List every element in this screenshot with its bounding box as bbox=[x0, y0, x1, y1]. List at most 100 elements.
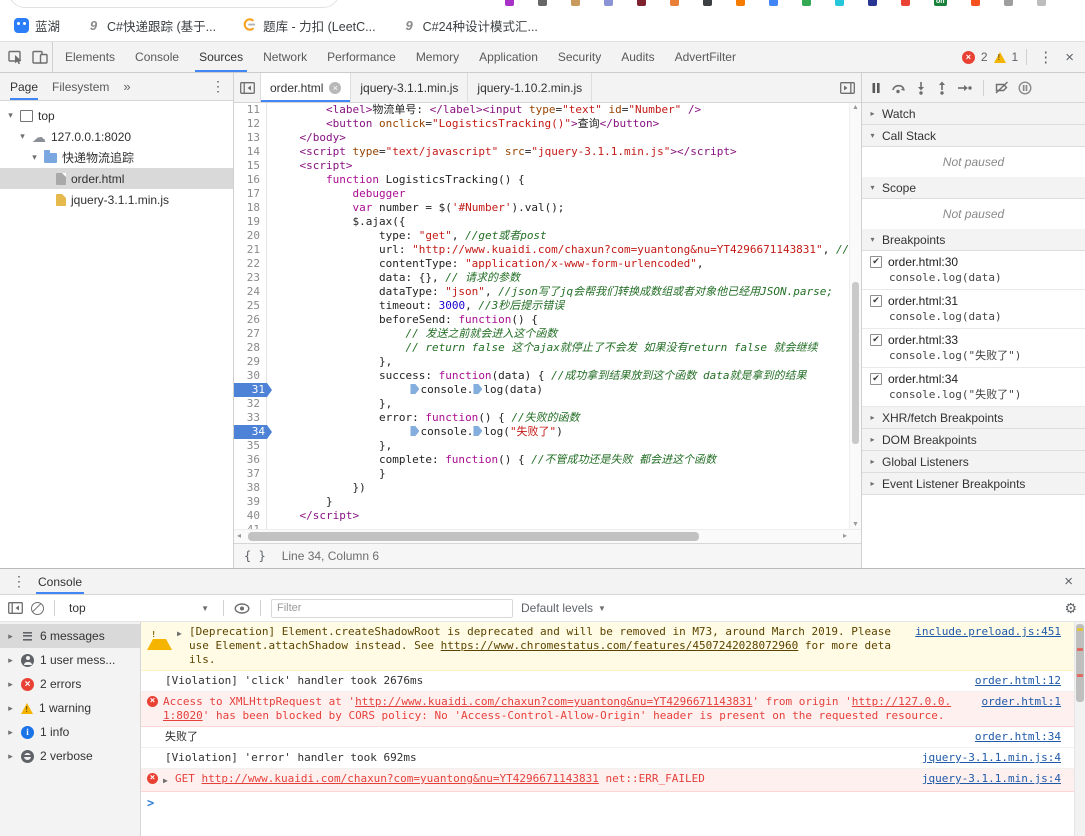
extension-icon[interactable] bbox=[802, 0, 811, 6]
line-number[interactable]: 30 bbox=[234, 369, 267, 383]
line-number[interactable]: 36 bbox=[234, 453, 267, 467]
source-link[interactable]: jquery-3.1.1.min.js:4 bbox=[922, 751, 1061, 765]
line-number[interactable]: 24 bbox=[234, 285, 267, 299]
scroll-down-icon[interactable]: ▼ bbox=[850, 521, 861, 528]
step-icon[interactable] bbox=[957, 82, 972, 94]
extension-icon[interactable] bbox=[901, 0, 910, 6]
warning-badge-icon[interactable] bbox=[994, 52, 1006, 63]
chevron-down-icon[interactable]: ▾ bbox=[30, 152, 39, 163]
line-number[interactable]: 13 bbox=[234, 131, 267, 145]
line-number[interactable]: 40 bbox=[234, 509, 267, 523]
omnibox[interactable] bbox=[8, 0, 340, 8]
filter-input[interactable] bbox=[271, 599, 513, 618]
breakpoint-entry[interactable]: ✔order.html:30console.log(data) bbox=[862, 251, 1085, 290]
console-message-log[interactable]: [Violation] 'click' handler took 2676mso… bbox=[141, 671, 1085, 692]
chevron-right-icon[interactable]: ▸ bbox=[868, 413, 877, 422]
section-xhr-fetch-breakpoints[interactable]: ▸XHR/fetch Breakpoints bbox=[862, 407, 1085, 429]
tab-console[interactable]: Console bbox=[36, 569, 84, 594]
breakpoint-checkbox[interactable]: ✔ bbox=[870, 256, 882, 268]
step-over-icon[interactable] bbox=[891, 81, 906, 94]
eye-icon[interactable] bbox=[234, 603, 250, 614]
extension-icon[interactable] bbox=[670, 0, 679, 6]
tree-item-folder[interactable]: ▾ 快递物流追踪 bbox=[0, 147, 233, 168]
scroll-up-icon[interactable]: ▲ bbox=[850, 104, 861, 111]
breakpoint-entry[interactable]: ✔order.html:31console.log(data) bbox=[862, 290, 1085, 329]
section-dom-breakpoints[interactable]: ▸DOM Breakpoints bbox=[862, 429, 1085, 451]
inline-breakpoint-icon[interactable] bbox=[473, 384, 482, 394]
code-editor[interactable]: 11 <label>物流单号: </label><input type="tex… bbox=[234, 103, 861, 529]
bookmark-item[interactable]: 9C#快递跟踪 (基于... bbox=[86, 16, 216, 35]
pause-on-exceptions-icon[interactable] bbox=[1018, 81, 1032, 95]
hide-navigator-icon[interactable] bbox=[234, 73, 261, 102]
console-sidebar-toggle-icon[interactable] bbox=[8, 602, 23, 614]
line-number[interactable]: 23 bbox=[234, 271, 267, 285]
scroll-right-icon[interactable]: ▸ bbox=[843, 531, 847, 540]
line-number[interactable]: 39 bbox=[234, 495, 267, 509]
extension-icon[interactable] bbox=[604, 0, 613, 6]
section-breakpoints[interactable]: ▾Breakpoints bbox=[862, 229, 1085, 251]
tab-performance[interactable]: Performance bbox=[317, 42, 406, 72]
tree-item-file[interactable]: jquery-3.1.1.min.js bbox=[0, 189, 233, 210]
tab-elements[interactable]: Elements bbox=[55, 42, 125, 72]
bookmark-item[interactable]: 9C#24种设计模式汇... bbox=[402, 16, 538, 35]
chevron-down-icon[interactable]: ▾ bbox=[868, 183, 877, 192]
log-levels-select[interactable]: Default levels ▼ bbox=[521, 601, 606, 615]
extension-icon[interactable] bbox=[971, 0, 980, 6]
chevron-right-icon[interactable]: ▸ bbox=[6, 655, 15, 666]
section-global-listeners[interactable]: ▸Global Listeners bbox=[862, 451, 1085, 473]
chevron-right-icon[interactable]: ▸ bbox=[868, 435, 877, 444]
console-message-error[interactable]: ▶GET http://www.kuaidi.com/chaxun?com=yu… bbox=[141, 769, 1085, 792]
step-into-icon[interactable] bbox=[915, 81, 927, 95]
tree-item-top[interactable]: ▾ top bbox=[0, 105, 233, 126]
console-filter-verbose[interactable]: ▸2 verbose bbox=[0, 744, 140, 768]
tab-audits[interactable]: Audits bbox=[611, 42, 664, 72]
clear-console-icon[interactable] bbox=[31, 602, 44, 615]
tab-application[interactable]: Application bbox=[469, 42, 548, 72]
bookmark-item[interactable]: 蓝湖 bbox=[14, 16, 60, 35]
show-debugger-icon[interactable] bbox=[840, 73, 861, 102]
tab-security[interactable]: Security bbox=[548, 42, 611, 72]
inspect-element-icon[interactable] bbox=[8, 49, 24, 65]
line-number[interactable]: 21 bbox=[234, 243, 267, 257]
execution-context-select[interactable]: top ▼ bbox=[65, 599, 213, 617]
console-filter-warning[interactable]: ▸1 warning bbox=[0, 696, 140, 720]
extension-icon[interactable] bbox=[505, 0, 514, 6]
section-event-listener-breakpoints[interactable]: ▸Event Listener Breakpoints bbox=[862, 473, 1085, 495]
line-number[interactable]: 17 bbox=[234, 187, 267, 201]
extension-icon[interactable] bbox=[868, 0, 877, 6]
line-number[interactable]: 19 bbox=[234, 215, 267, 229]
chevron-down-icon[interactable]: ▾ bbox=[18, 131, 27, 142]
line-number[interactable]: 26 bbox=[234, 313, 267, 327]
chevron-right-icon[interactable]: ▸ bbox=[868, 109, 877, 118]
step-out-icon[interactable] bbox=[936, 81, 948, 95]
tab-console[interactable]: Console bbox=[125, 42, 189, 72]
console-settings-icon[interactable]: ⚙ bbox=[1064, 600, 1077, 617]
source-link[interactable]: order.html:1 bbox=[982, 695, 1061, 709]
tab-advertfilter[interactable]: AdvertFilter bbox=[665, 42, 746, 72]
line-number[interactable]: 18 bbox=[234, 201, 267, 215]
source-link[interactable]: order.html:12 bbox=[975, 674, 1061, 688]
console-scrollbar[interactable] bbox=[1074, 622, 1085, 836]
more-tabs-icon[interactable]: » bbox=[123, 79, 130, 94]
line-number[interactable]: 22 bbox=[234, 257, 267, 271]
extension-icon[interactable] bbox=[538, 0, 547, 6]
console-message-warning[interactable]: ▶[Deprecation] Element.createShadowRoot … bbox=[141, 622, 1085, 671]
extension-icon[interactable] bbox=[1037, 0, 1046, 6]
tree-item-host[interactable]: ▾ ☁ 127.0.0.1:8020 bbox=[0, 126, 233, 147]
pretty-print-icon[interactable]: { } bbox=[244, 549, 266, 563]
breakpoint-entry[interactable]: ✔order.html:34console.log("失败了") bbox=[862, 368, 1085, 407]
chevron-down-icon[interactable]: ▾ bbox=[868, 131, 877, 140]
extension-icon[interactable] bbox=[637, 0, 646, 6]
extension-icon[interactable] bbox=[736, 0, 745, 6]
source-link[interactable]: order.html:34 bbox=[975, 730, 1061, 744]
line-number[interactable]: 14 bbox=[234, 145, 267, 159]
chevron-down-icon[interactable]: ▾ bbox=[868, 235, 877, 244]
editor-tab[interactable]: order.html× bbox=[261, 73, 351, 102]
drawer-menu-icon[interactable]: ⋮ bbox=[0, 573, 36, 590]
line-number[interactable]: 25 bbox=[234, 299, 267, 313]
scrollbar-thumb[interactable] bbox=[1076, 624, 1084, 702]
breakpoint-entry[interactable]: ✔order.html:33console.log("失败了") bbox=[862, 329, 1085, 368]
drawer-close-icon[interactable]: × bbox=[1064, 573, 1085, 590]
console-filter-list[interactable]: ▸6 messages bbox=[0, 624, 140, 648]
section-scope[interactable]: ▾Scope bbox=[862, 177, 1085, 199]
